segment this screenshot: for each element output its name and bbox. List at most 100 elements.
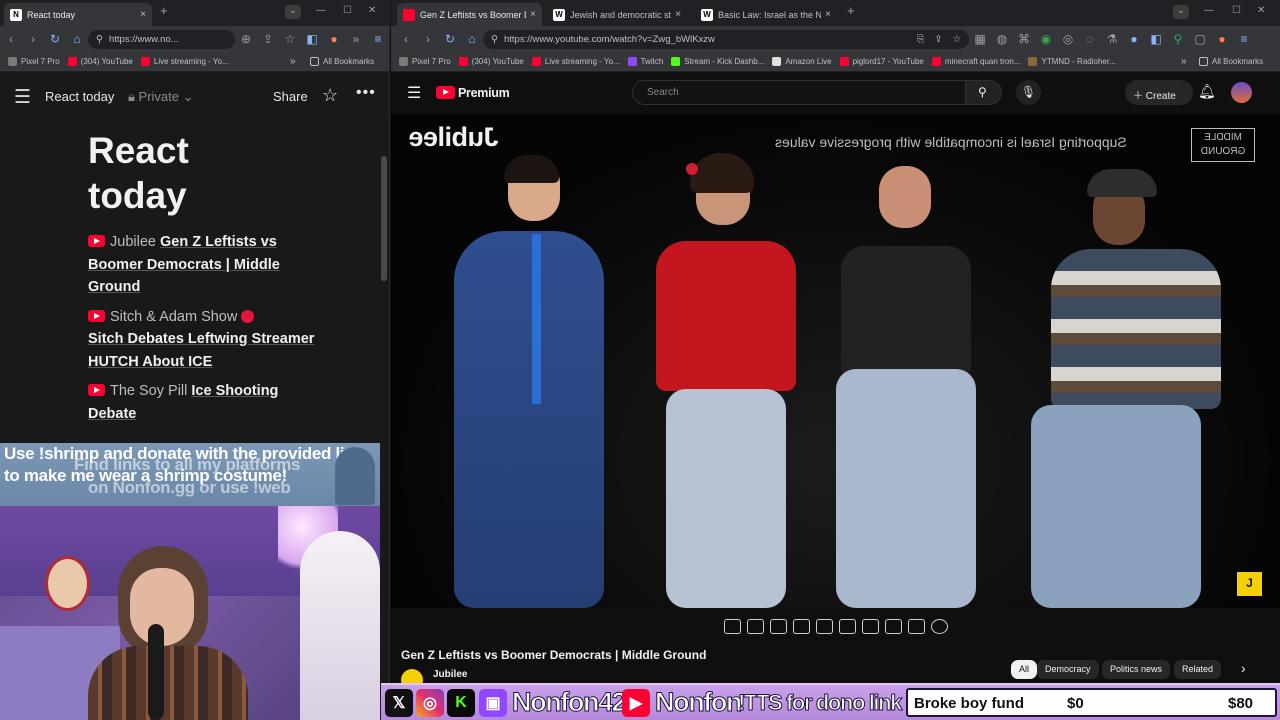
bookmark-item[interactable]: Pixel 7 Pro bbox=[8, 57, 60, 66]
bookmark-icon[interactable]: ☆ bbox=[279, 32, 301, 46]
new-tab-button[interactable]: + bbox=[160, 3, 168, 18]
profile-avatar-icon[interactable]: ● bbox=[1211, 32, 1233, 46]
home-icon[interactable]: ⌂ bbox=[461, 32, 483, 46]
extension-icon[interactable]: ◎ bbox=[1057, 32, 1079, 46]
maximize-icon[interactable]: ☐ bbox=[1232, 5, 1241, 16]
privacy-indicator[interactable]: 🔒︎ Private ⌄ bbox=[128, 89, 194, 105]
video-link[interactable]: Sitch Debates Leftwing Streamer HUTCH Ab… bbox=[88, 328, 328, 373]
pip-icon[interactable] bbox=[815, 618, 833, 634]
cinema-icon[interactable] bbox=[769, 618, 787, 634]
tab-wikipedia-2[interactable]: W Basic Law: Israel as the Nation × bbox=[695, 3, 837, 26]
search-button[interactable]: ⚲ bbox=[966, 80, 1002, 105]
reload-icon[interactable]: ↻ bbox=[44, 32, 66, 46]
site-info-icon[interactable]: ⚲ bbox=[96, 34, 103, 45]
reload-icon[interactable]: ↻ bbox=[439, 32, 461, 46]
more-bookmarks-icon[interactable]: » bbox=[290, 56, 296, 67]
tab-youtube-video[interactable]: Gen Z Leftists vs Boomer Demo × bbox=[397, 3, 542, 26]
bookmark-item[interactable]: Live streaming - Yo... bbox=[140, 57, 229, 66]
list-item[interactable]: The Soy Pill Ice Shooting Debate bbox=[88, 380, 328, 425]
close-tab-icon[interactable]: × bbox=[136, 9, 146, 20]
bookmark-item[interactable]: Twitch bbox=[627, 57, 663, 66]
bookmark-item[interactable]: (304) YouTube bbox=[458, 57, 524, 66]
tab-react-today[interactable]: N React today × bbox=[4, 3, 152, 26]
menu-icon[interactable]: ≡ bbox=[367, 32, 389, 46]
add-icon[interactable] bbox=[884, 618, 902, 634]
extension-icon[interactable]: ◉ bbox=[1035, 32, 1057, 46]
back-icon[interactable]: ‹ bbox=[0, 32, 22, 46]
screenshot-icon[interactable] bbox=[907, 618, 925, 634]
minimize-icon[interactable]: — bbox=[316, 5, 326, 16]
extension-icon[interactable]: ◍ bbox=[991, 32, 1013, 46]
chip-all[interactable]: All bbox=[1011, 660, 1038, 679]
extension-icon[interactable]: ⌘ bbox=[1013, 32, 1035, 46]
all-bookmarks-folder[interactable]: All Bookmarks bbox=[1199, 57, 1263, 66]
account-avatar[interactable] bbox=[1231, 82, 1252, 103]
extension-icon-2[interactable]: ● bbox=[323, 32, 345, 46]
new-tab-button[interactable]: + bbox=[847, 3, 855, 18]
share-icon[interactable]: ⇪ bbox=[935, 34, 943, 45]
extension-icon[interactable]: ▢ bbox=[1189, 32, 1211, 46]
voice-search-icon[interactable]: 🎙︎ bbox=[1016, 80, 1041, 105]
close-window-icon[interactable]: ✕ bbox=[1257, 5, 1265, 16]
clip-icon[interactable] bbox=[838, 618, 856, 634]
film-icon[interactable] bbox=[792, 618, 810, 634]
address-bar[interactable]: ⚲ https://www.no... bbox=[88, 29, 235, 49]
loop-icon[interactable] bbox=[723, 618, 741, 634]
youtube-premium-logo[interactable]: Premium bbox=[458, 86, 510, 100]
bookmark-item[interactable]: minecraft quan tron... bbox=[931, 57, 1020, 66]
forward-icon[interactable]: › bbox=[417, 32, 439, 46]
extension-icon[interactable]: ◌ bbox=[1079, 32, 1101, 46]
breadcrumb[interactable]: React today bbox=[45, 89, 114, 104]
share-icon[interactable]: ⇪ bbox=[257, 32, 279, 46]
speed-icon[interactable] bbox=[861, 618, 879, 634]
install-app-icon[interactable]: ⎘ bbox=[917, 34, 925, 45]
notifications-bell-icon[interactable]: 🔔︎ bbox=[1198, 83, 1216, 100]
bookmark-icon[interactable]: ☆ bbox=[952, 34, 961, 45]
bookmark-item[interactable]: Stream - Kick Dashb... bbox=[671, 57, 764, 66]
forward-icon[interactable]: › bbox=[22, 32, 44, 46]
back-icon[interactable]: ‹ bbox=[395, 32, 417, 46]
minimize-icon[interactable]: — bbox=[1204, 5, 1214, 16]
youtube-logo-icon[interactable] bbox=[436, 86, 455, 99]
favorite-star-icon[interactable]: ☆ bbox=[322, 85, 338, 106]
bookmark-item[interactable]: YTMND - Radioher... bbox=[1028, 57, 1116, 66]
extension-icon[interactable]: ▦ bbox=[969, 32, 991, 46]
close-tab-icon[interactable]: × bbox=[671, 9, 681, 20]
audio-icon[interactable] bbox=[746, 618, 764, 634]
home-icon[interactable]: ⌂ bbox=[66, 32, 88, 46]
list-item[interactable]: Jubilee Gen Z Leftists vs Boomer Democra… bbox=[88, 231, 328, 299]
tab-wikipedia-1[interactable]: W Jewish and democratic state - V × bbox=[547, 3, 687, 26]
close-tab-icon[interactable]: × bbox=[821, 9, 831, 20]
sidebar-menu-icon[interactable]: ☰ bbox=[14, 86, 31, 109]
search-input[interactable]: Search bbox=[632, 80, 966, 105]
extension-icon[interactable]: ◧ bbox=[1145, 32, 1167, 46]
bookmark-item[interactable]: Live streaming - Yo... bbox=[531, 57, 620, 66]
more-options-icon[interactable]: ••• bbox=[356, 84, 376, 102]
list-item[interactable]: Sitch & Adam Show Sitch Debates Leftwing… bbox=[88, 306, 328, 374]
extension-icon[interactable]: ⚲ bbox=[1167, 32, 1189, 46]
address-bar[interactable]: ⚲ https://www.youtube.com/watch?v=Zwg_bW… bbox=[483, 29, 969, 49]
bookmark-item[interactable]: piglord17 - YouTube bbox=[839, 57, 924, 66]
site-info-icon[interactable]: ⚲ bbox=[491, 34, 498, 45]
guide-menu-icon[interactable]: ☰ bbox=[407, 83, 421, 103]
more-bookmarks-icon[interactable]: » bbox=[1181, 56, 1187, 67]
settings-gear-icon[interactable] bbox=[930, 618, 948, 634]
maximize-icon[interactable]: ☐ bbox=[343, 5, 352, 16]
create-button[interactable]: ＋ Create bbox=[1125, 80, 1193, 105]
chip-politics-news[interactable]: Politics news bbox=[1102, 660, 1171, 679]
more-extensions-icon[interactable]: » bbox=[345, 32, 367, 46]
extension-icon[interactable]: ⚗ bbox=[1101, 32, 1123, 46]
video-player[interactable]: Jubilee Supporting Israel is incompatibl… bbox=[391, 114, 1280, 608]
all-bookmarks-folder[interactable]: All Bookmarks bbox=[310, 57, 374, 66]
zoom-icon[interactable]: ⊕ bbox=[235, 32, 257, 46]
close-tab-icon[interactable]: × bbox=[526, 9, 536, 20]
scrollbar[interactable] bbox=[381, 156, 387, 281]
close-window-icon[interactable]: ✕ bbox=[368, 5, 376, 16]
channel-watermark-button[interactable]: J bbox=[1237, 572, 1262, 596]
channel-name[interactable]: Jubilee bbox=[433, 669, 467, 680]
chip-related[interactable]: Related bbox=[1174, 660, 1222, 679]
extension-icon[interactable]: ◧ bbox=[301, 32, 323, 46]
tab-search-icon[interactable]: ⌄ bbox=[1173, 5, 1189, 19]
chevron-right-icon[interactable]: › bbox=[1241, 660, 1246, 676]
bookmark-item[interactable]: Amazon Live bbox=[772, 57, 832, 66]
